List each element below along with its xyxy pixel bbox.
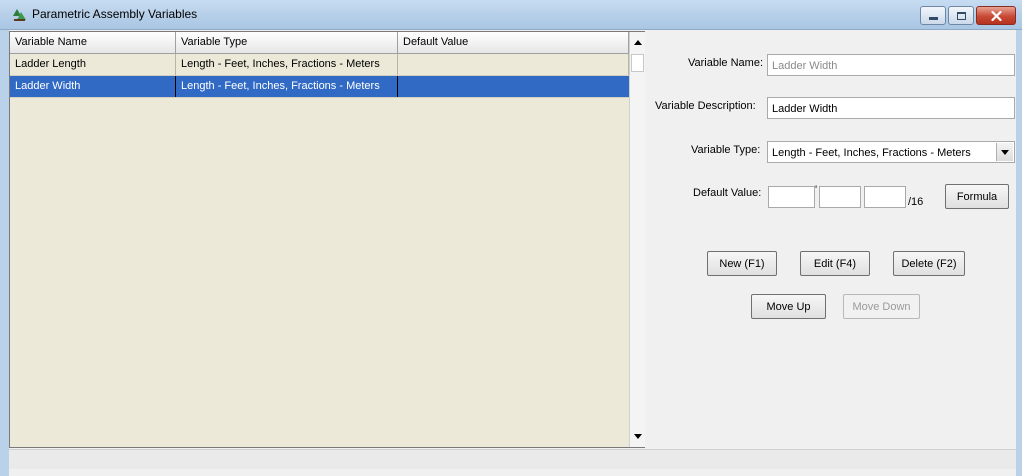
- cell-variable-name[interactable]: Ladder Width: [10, 76, 176, 97]
- minimize-icon: [928, 16, 938, 20]
- table-row[interactable]: Ladder Length Length - Feet, Inches, Fra…: [10, 54, 629, 76]
- column-header-variable-name[interactable]: Variable Name: [10, 32, 176, 53]
- formula-button[interactable]: Formula: [945, 184, 1009, 209]
- variable-type-selected-value: Length - Feet, Inches, Fractions - Meter…: [772, 147, 971, 159]
- arrow-up-icon: [633, 40, 642, 45]
- minimize-button[interactable]: [920, 6, 946, 25]
- feet-mark: ': [815, 184, 818, 196]
- variable-name-field[interactable]: Ladder Width: [767, 54, 1015, 76]
- cell-variable-name[interactable]: Ladder Length: [10, 54, 176, 75]
- edit-button[interactable]: Edit (F4): [800, 251, 870, 276]
- variable-description-label: Variable Description:: [655, 100, 756, 112]
- window-frame-right: [1016, 30, 1022, 476]
- window-title: Parametric Assembly Variables: [32, 7, 198, 21]
- title-bar: Parametric Assembly Variables: [0, 0, 1022, 30]
- vertical-scrollbar[interactable]: [629, 32, 645, 447]
- move-down-button[interactable]: Move Down: [843, 294, 920, 319]
- fraction-input[interactable]: [864, 186, 906, 208]
- variables-grid[interactable]: Variable Name Variable Type Default Valu…: [9, 31, 645, 448]
- arrow-down-icon: [633, 434, 642, 439]
- variable-description-field[interactable]: Ladder Width: [767, 97, 1015, 119]
- assembly-tree-icon: [13, 9, 26, 21]
- feet-input[interactable]: [768, 186, 815, 208]
- dropdown-arrow-button[interactable]: [996, 143, 1013, 161]
- maximize-icon: [956, 11, 966, 20]
- delete-button[interactable]: Delete (F2): [893, 251, 965, 276]
- chevron-down-icon: [1001, 149, 1009, 155]
- default-value-label: Default Value:: [693, 187, 762, 199]
- window-controls: [920, 6, 1016, 25]
- window-frame-left: [0, 30, 9, 476]
- column-header-variable-type[interactable]: Variable Type: [176, 32, 398, 53]
- variable-name-label: Variable Name:: [688, 57, 763, 69]
- scroll-thumb[interactable]: [631, 54, 644, 72]
- table-row-selected[interactable]: Ladder Width Length - Feet, Inches, Frac…: [10, 76, 629, 98]
- cell-default-value[interactable]: [398, 76, 629, 97]
- close-icon: [990, 10, 1002, 21]
- move-up-button[interactable]: Move Up: [751, 294, 826, 319]
- grid-rows: Ladder Length Length - Feet, Inches, Fra…: [10, 54, 629, 98]
- cell-variable-type[interactable]: Length - Feet, Inches, Fractions - Meter…: [176, 54, 398, 75]
- new-button[interactable]: New (F1): [707, 251, 777, 276]
- cell-default-value[interactable]: [398, 54, 629, 75]
- fraction-suffix: /16: [908, 196, 924, 208]
- variable-type-label: Variable Type:: [691, 144, 761, 156]
- scroll-up-button[interactable]: [630, 34, 645, 51]
- grid-header: Variable Name Variable Type Default Valu…: [10, 32, 629, 54]
- status-bar: [9, 449, 1016, 469]
- variable-type-select[interactable]: Length - Feet, Inches, Fractions - Meter…: [767, 141, 1015, 163]
- maximize-button[interactable]: [948, 6, 974, 25]
- column-header-default-value[interactable]: Default Value: [398, 32, 629, 53]
- scroll-down-button[interactable]: [630, 428, 645, 445]
- close-button[interactable]: [976, 6, 1016, 25]
- inches-input[interactable]: [819, 186, 861, 208]
- cell-variable-type[interactable]: Length - Feet, Inches, Fractions - Meter…: [176, 76, 398, 97]
